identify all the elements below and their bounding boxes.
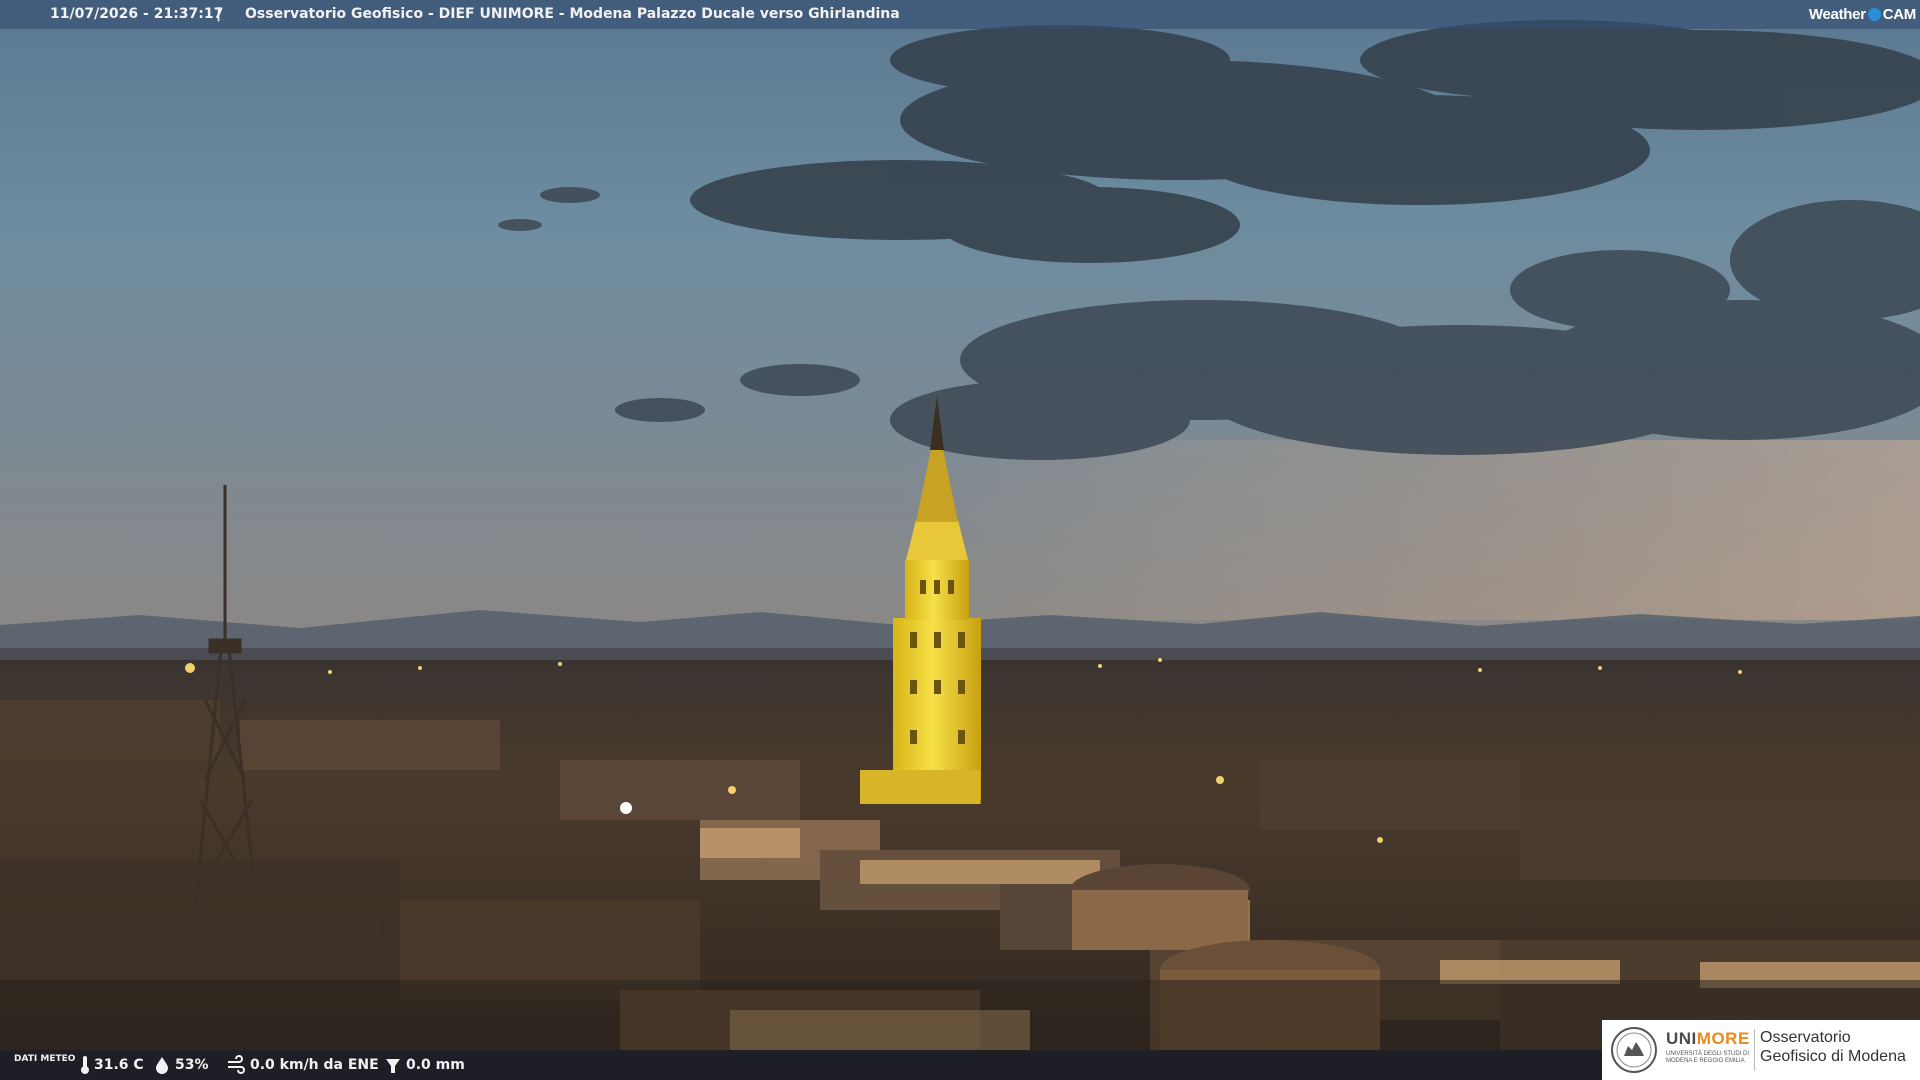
rain-value: 0.0 mm — [406, 1057, 465, 1073]
brand-cam: CAM — [1882, 6, 1917, 23]
meteo-label: DATI METEO — [14, 1054, 76, 1064]
temperature-value: 31.6 C — [94, 1057, 144, 1073]
unimore-seal-icon — [1611, 1027, 1657, 1073]
unimore-subtitle: UNIVERSITÀ DEGLI STUDI DI MODENA E REGGI… — [1666, 1051, 1750, 1064]
rain-gauge-icon — [386, 1059, 400, 1073]
droplet-icon — [156, 1057, 168, 1074]
webcam-scene — [0, 0, 1920, 1080]
wind-value: 0.0 km/h da ENE — [250, 1057, 379, 1073]
wordmark-more: MORE — [1696, 1029, 1750, 1048]
timestamp: 11/07/2026 - 21:37:17 — [50, 6, 224, 22]
unimore-wordmark: UNIMORE — [1666, 1029, 1750, 1049]
thermometer-icon — [81, 1056, 89, 1074]
wordmark-uni: UNI — [1666, 1029, 1697, 1048]
brand-weather: Weather — [1808, 6, 1866, 23]
wind-icon — [228, 1055, 245, 1074]
weathercam-logo: Weather CAM — [1809, 0, 1916, 29]
brand-globe-icon — [1867, 8, 1881, 21]
wind-readout: 0.0 km/h da ENE — [226, 1050, 379, 1080]
title-separator: | — [216, 6, 222, 22]
sunset-glow — [900, 440, 1920, 620]
unimore-logo: UNIMORE UNIVERSITÀ DEGLI STUDI DI MODENA… — [1602, 1020, 1920, 1080]
humidity-readout: 53% — [153, 1050, 209, 1080]
temperature-readout: 31.6 C — [80, 1050, 144, 1080]
observatory-name: Osservatorio Geofisico di Modena — [1760, 1029, 1906, 1065]
camera-title: Osservatorio Geofisico - DIEF UNIMORE - … — [245, 6, 900, 22]
humidity-value: 53% — [175, 1057, 209, 1073]
webcam-frame: 11/07/2026 - 21:37:17 | Osservatorio Geo… — [0, 0, 1920, 1080]
logo-divider — [1754, 1029, 1755, 1071]
top-info-bar: 11/07/2026 - 21:37:17 | Osservatorio Geo… — [0, 0, 1920, 29]
rain-readout: 0.0 mm — [384, 1050, 465, 1080]
